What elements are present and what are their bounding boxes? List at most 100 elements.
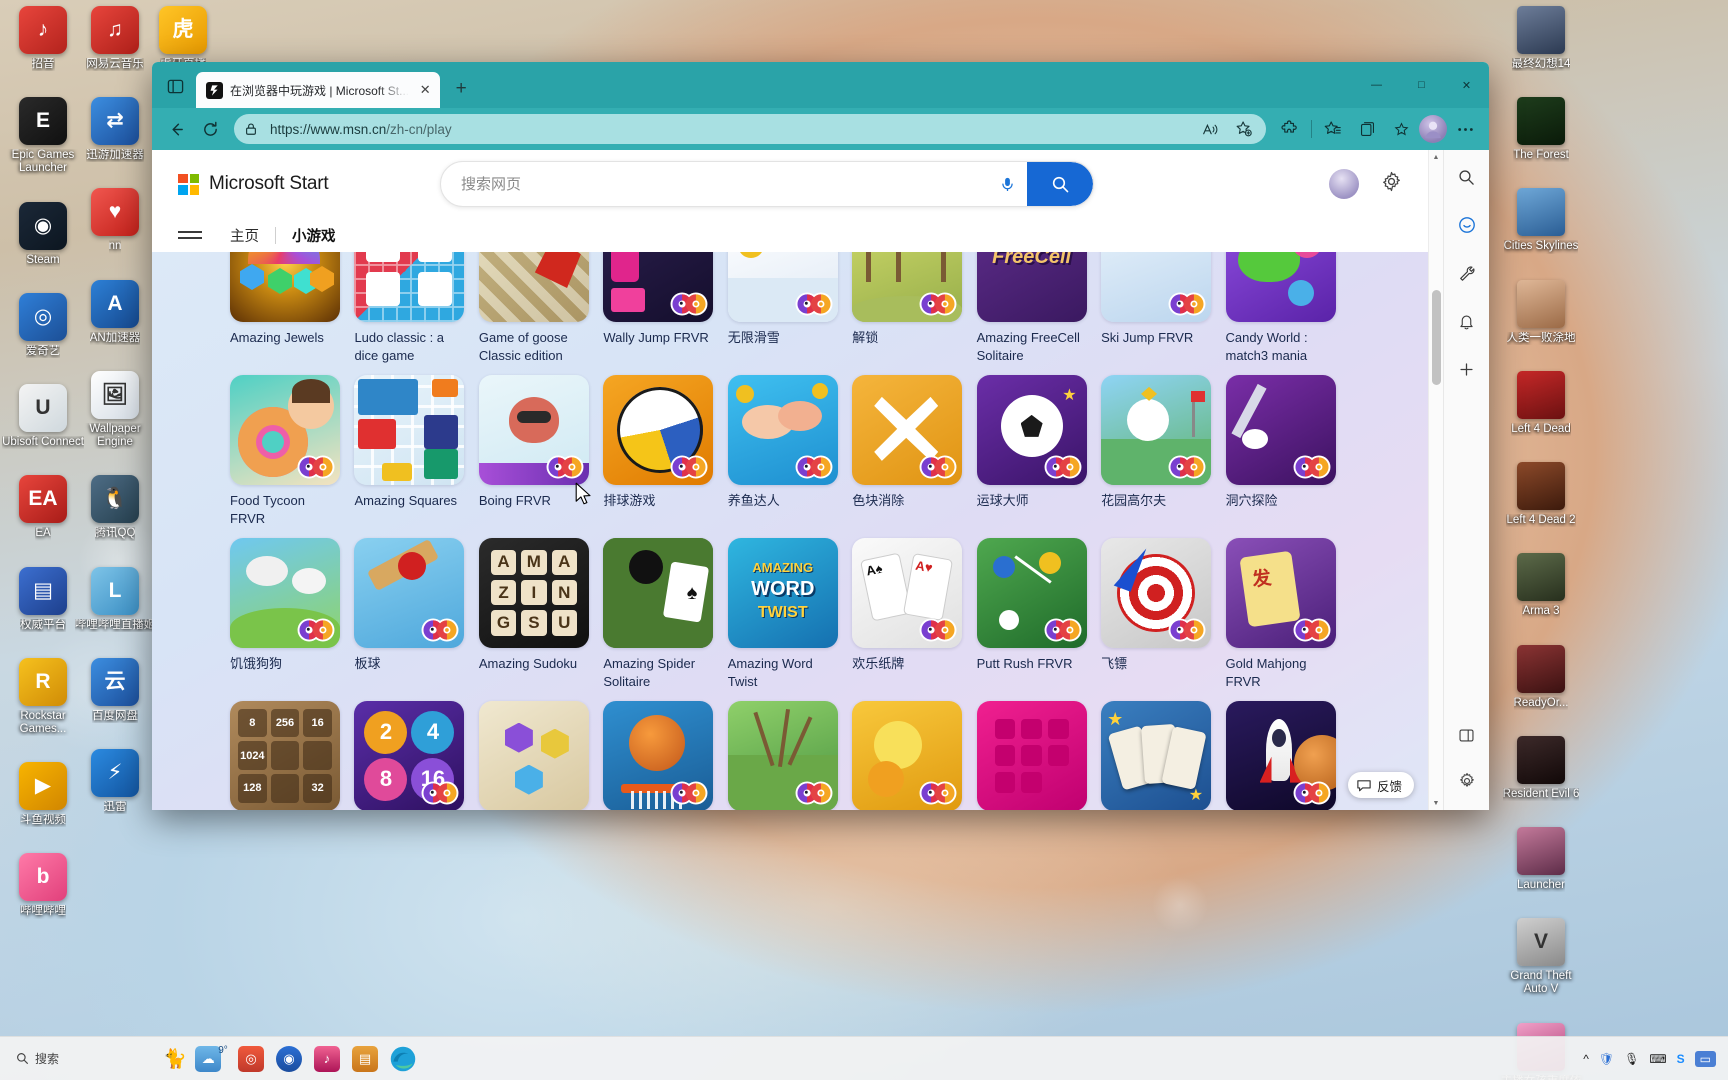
game-thumbnail[interactable] — [354, 374, 465, 485]
game-thumbnail[interactable]: AMAZINGSU — [478, 537, 589, 648]
game-thumbnail[interactable] — [852, 252, 963, 322]
game-thumbnail[interactable] — [852, 374, 963, 485]
game-tile[interactable]: 板球 — [354, 537, 478, 701]
msn-searchbox[interactable] — [440, 161, 1094, 207]
game-tile[interactable]: ★★Amazing — [1101, 700, 1225, 810]
taskbar-item-edge[interactable] — [384, 1040, 422, 1078]
monitor-icon[interactable]: ▭ — [1694, 1050, 1716, 1067]
tab-search-button[interactable] — [158, 69, 192, 103]
game-tile[interactable]: Sliding Puzzle — [976, 700, 1101, 810]
desktop-icon[interactable]: Left 4 Dead 2 — [1498, 462, 1584, 527]
game-tile[interactable]: 24816 Disk² Merge FRVR — [354, 700, 478, 810]
search-submit-button[interactable] — [1027, 162, 1093, 206]
game-thumbnail[interactable]: ★ — [976, 374, 1087, 485]
game-tile[interactable]: 色块消除 — [852, 374, 976, 538]
desktop-icon[interactable]: Launcher — [1498, 826, 1584, 892]
desktop-icon[interactable]: 云百度网盘 — [72, 657, 158, 723]
game-tile[interactable]: Ludo classic : a dice game — [354, 252, 478, 375]
browser-navbar[interactable]: https://www.msn.cn/zh-cn/play — [152, 108, 1489, 150]
s-icon[interactable]: S — [1677, 1052, 1685, 1066]
edge-sidebar[interactable] — [1443, 150, 1489, 810]
game-thumbnail[interactable] — [603, 374, 714, 485]
game-thumbnail[interactable]: ★ ★ — [1101, 700, 1212, 810]
taskbar-item-browser[interactable]: ◉ — [270, 1040, 308, 1078]
page-scrollbar[interactable]: ▲ ▼ — [1428, 150, 1443, 810]
new-tab-button[interactable]: + — [447, 75, 475, 103]
game-tile[interactable]: 825616102412832Merge Numbers : — [230, 700, 354, 810]
game-thumbnail[interactable] — [230, 252, 340, 322]
taskbar-item-media[interactable]: ♪ — [308, 1040, 346, 1078]
game-thumbnail[interactable] — [727, 700, 838, 810]
game-thumbnail[interactable]: A♠ A♥ — [852, 537, 963, 648]
game-tile[interactable]: Candy World : match3 mania — [1225, 252, 1350, 375]
desktop-icon[interactable]: The Forest — [1498, 97, 1584, 162]
game-tile[interactable]: Amazing Squares — [354, 374, 478, 538]
game-tile[interactable]: 饥饿狗狗 — [230, 537, 354, 701]
taskbar-item-cat[interactable]: 🐈 — [156, 1040, 194, 1078]
game-thumbnail[interactable]: FreeCell — [976, 252, 1087, 322]
game-thumbnail[interactable]: ♠ — [603, 537, 714, 648]
address-bar[interactable]: https://www.msn.cn/zh-cn/play — [234, 114, 1266, 144]
desktop-icon[interactable]: Left 4 Dead — [1498, 370, 1584, 436]
taskbar-tray[interactable]: ^ 🛡 🎙 ⌨ S ▭ — [1583, 1050, 1728, 1067]
back-button[interactable] — [160, 113, 192, 145]
game-thumbnail[interactable] — [478, 252, 589, 322]
favorites-icon[interactable] — [1317, 113, 1349, 145]
game-tile[interactable]: FreeCell Amazing FreeCell Solitaire — [976, 252, 1101, 375]
nav-link-games[interactable]: 小游戏 — [292, 225, 336, 246]
game-tile[interactable]: 疯狂的弓箭 — [727, 700, 852, 810]
game-tile[interactable]: 篮球 — [603, 700, 727, 810]
desktop-icon[interactable]: V Grand Theft Auto V — [1498, 918, 1584, 996]
game-thumbnail[interactable] — [1101, 374, 1212, 485]
game-tile[interactable]: Boing FRVR — [478, 374, 603, 538]
game-thumbnail[interactable] — [603, 252, 714, 322]
add-icon[interactable] — [1452, 354, 1482, 384]
shield-icon[interactable]: 🛡 — [1599, 1052, 1614, 1066]
nav-link-home[interactable]: 主页 — [230, 225, 259, 246]
chevron-up-icon[interactable]: ^ — [1583, 1052, 1589, 1066]
close-button[interactable]: ✕ — [1444, 62, 1489, 108]
game-tile[interactable]: 排球游戏 — [603, 374, 727, 538]
desktop-icon[interactable]: ReadyOr... — [1498, 644, 1584, 710]
game-tile[interactable]: Ski Jump FRVR — [1101, 252, 1225, 375]
scroll-up-arrow[interactable]: ▲ — [1429, 150, 1443, 164]
game-thumbnail[interactable]: AMAZING WORD TWIST — [727, 537, 838, 648]
game-tile[interactable]: ★ 运球大师 — [976, 374, 1101, 538]
desktop-icon[interactable]: Resident Evil 6 — [1498, 735, 1584, 801]
browser-profile-avatar[interactable] — [1419, 115, 1447, 143]
games-scroll-area[interactable]: Amazing Jewels Ludo classic : a dice game… — [152, 252, 1428, 810]
game-thumbnail[interactable] — [727, 374, 838, 485]
game-tile[interactable]: AMAZING WORD TWIST Amazing Word Twist — [727, 537, 852, 701]
game-tile[interactable]: 养鱼达人 — [727, 374, 852, 538]
browser-essentials-icon[interactable] — [1385, 113, 1417, 145]
game-thumbnail[interactable] — [230, 537, 340, 648]
microsoft-start-logo[interactable]: Microsoft Start — [178, 173, 440, 195]
taskbar-item-weather[interactable]: ☁ 9° — [194, 1040, 232, 1078]
read-aloud-icon[interactable] — [1196, 115, 1224, 143]
collections-icon[interactable] — [1351, 113, 1383, 145]
game-thumbnail[interactable] — [727, 252, 838, 322]
game-tile[interactable]: Food Tycoon FRVR — [230, 374, 354, 538]
taskbar-search[interactable]: 搜索 — [6, 1043, 156, 1075]
game-tile[interactable]: A M A Z I N G S U Amazing Sudoku — [478, 537, 603, 701]
game-tile[interactable]: 发 Gold Mahjong FRVR — [1225, 537, 1350, 701]
game-tile[interactable]: A♠ A♥ 欢乐纸牌 — [852, 537, 976, 701]
tools-icon[interactable] — [1452, 258, 1482, 288]
msn-settings-button[interactable] — [1381, 171, 1402, 197]
game-tile[interactable]: 无限滑雪 — [727, 252, 852, 375]
game-tile[interactable]: 疯狂连线 — [852, 700, 976, 810]
desktop-icon[interactable]: 🐧 腾讯QQ — [72, 475, 158, 540]
game-tile[interactable]: 洞穴探险 — [1225, 374, 1350, 538]
game-thumbnail[interactable]: 发 — [1225, 537, 1336, 648]
game-thumbnail[interactable] — [976, 537, 1087, 648]
msn-navbar[interactable]: 主页 小游戏 — [152, 218, 1428, 252]
game-thumbnail[interactable] — [354, 537, 465, 648]
game-thumbnail[interactable] — [478, 374, 589, 485]
game-tile[interactable]: 飞镖 — [1101, 537, 1225, 701]
reload-button[interactable] — [194, 113, 226, 145]
windows-taskbar[interactable]: 搜索 🐈 ☁ 9° ◎ ◉ ♪ ▤ ^ 🛡 🎙 ⌨ S ▭ — [0, 1036, 1728, 1080]
game-tile[interactable]: Putt Rush FRVR — [976, 537, 1101, 701]
network-icon[interactable]: ⌨ — [1649, 1052, 1666, 1066]
game-thumbnail[interactable] — [1101, 537, 1212, 648]
desktop-icon[interactable]: Cities Skylines — [1498, 188, 1584, 253]
